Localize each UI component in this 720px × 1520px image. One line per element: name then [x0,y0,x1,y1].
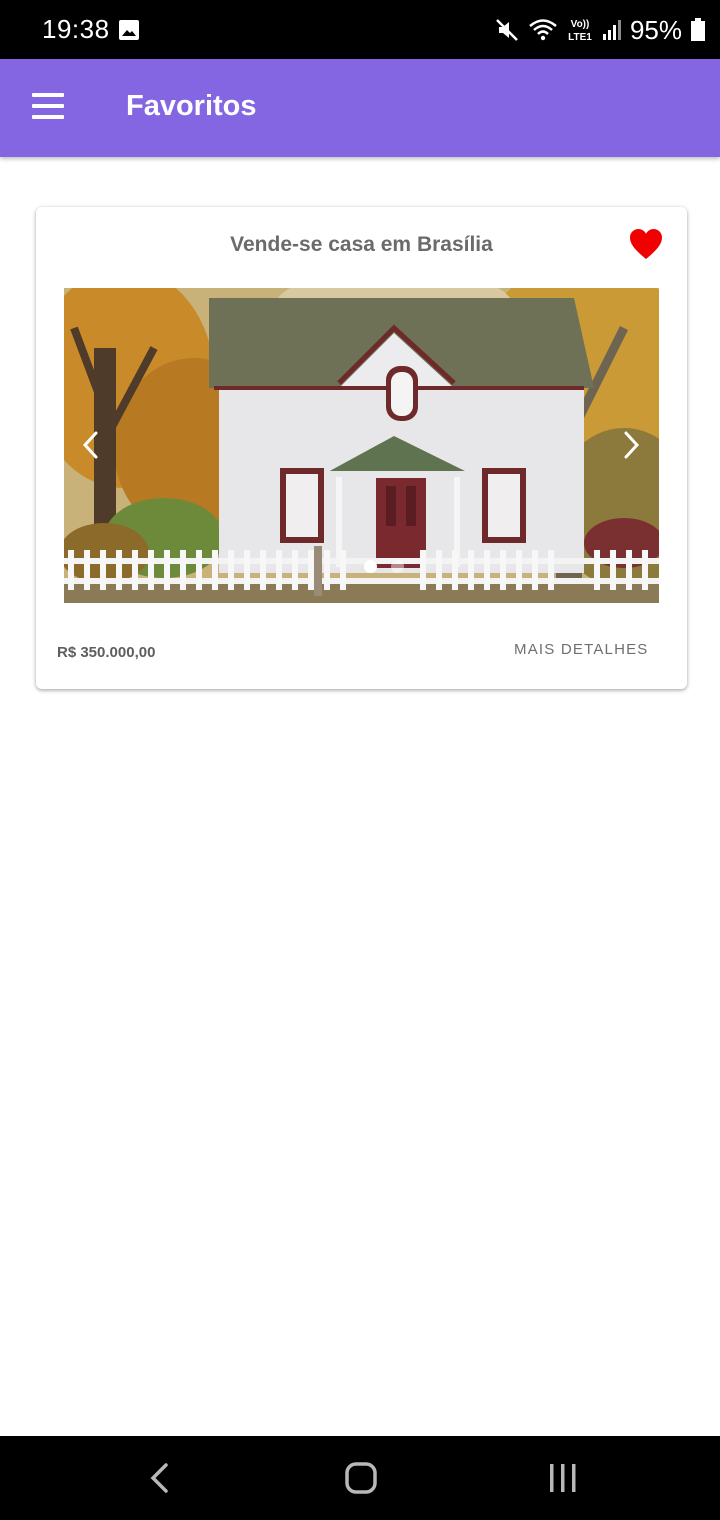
chevron-left-icon [82,431,98,459]
chevron-right-icon [624,431,640,459]
page-title: Favoritos [126,90,257,122]
listing-price: R$ 350.000,00 [57,644,156,661]
listing-title: Vende-se casa em Brasília [230,233,493,256]
battery-percentage: 95% [629,14,682,45]
menu-icon [30,93,68,119]
home-button[interactable] [342,1460,380,1496]
wifi-icon [529,19,557,41]
app-bar: Favoritos [0,59,720,157]
volte-icon: Vo)) LTE1 [568,19,592,43]
navigation-bar [0,1436,720,1520]
image-carousel[interactable] [64,288,659,603]
heart-icon [630,229,662,259]
more-details-button[interactable]: MAIS DETALHES [514,641,649,658]
carousel-next-button[interactable] [616,428,646,462]
status-icons: Vo)) LTE1 95% [494,14,706,46]
house-photo [64,288,659,603]
gallery-icon [119,20,139,40]
volte-label-bottom: LTE1 [568,32,592,43]
menu-button[interactable] [30,93,68,123]
back-icon [150,1463,168,1493]
carousel-indicators [364,560,404,573]
mute-icon [496,19,518,41]
volte-label-top: Vo)) [571,19,590,30]
back-button[interactable] [143,1460,177,1496]
recents-icon [550,1464,576,1492]
carousel-dot-2[interactable] [391,560,404,573]
carousel-prev-button[interactable] [76,428,106,462]
screen: 19:38 Vo)) LTE1 95% Favoritos Vende-se c… [0,0,720,1520]
recents-button[interactable] [544,1460,582,1496]
battery-icon [691,18,705,41]
signal-icon [602,20,621,40]
favorite-button[interactable] [628,227,664,261]
carousel-dot-1[interactable] [364,560,377,573]
status-bar: 19:38 Vo)) LTE1 95% [0,0,720,59]
listing-card: Vende-se casa em Brasília R$ 350.000,00 … [36,207,687,689]
status-time: 19:38 [42,14,110,44]
home-icon [345,1462,377,1494]
